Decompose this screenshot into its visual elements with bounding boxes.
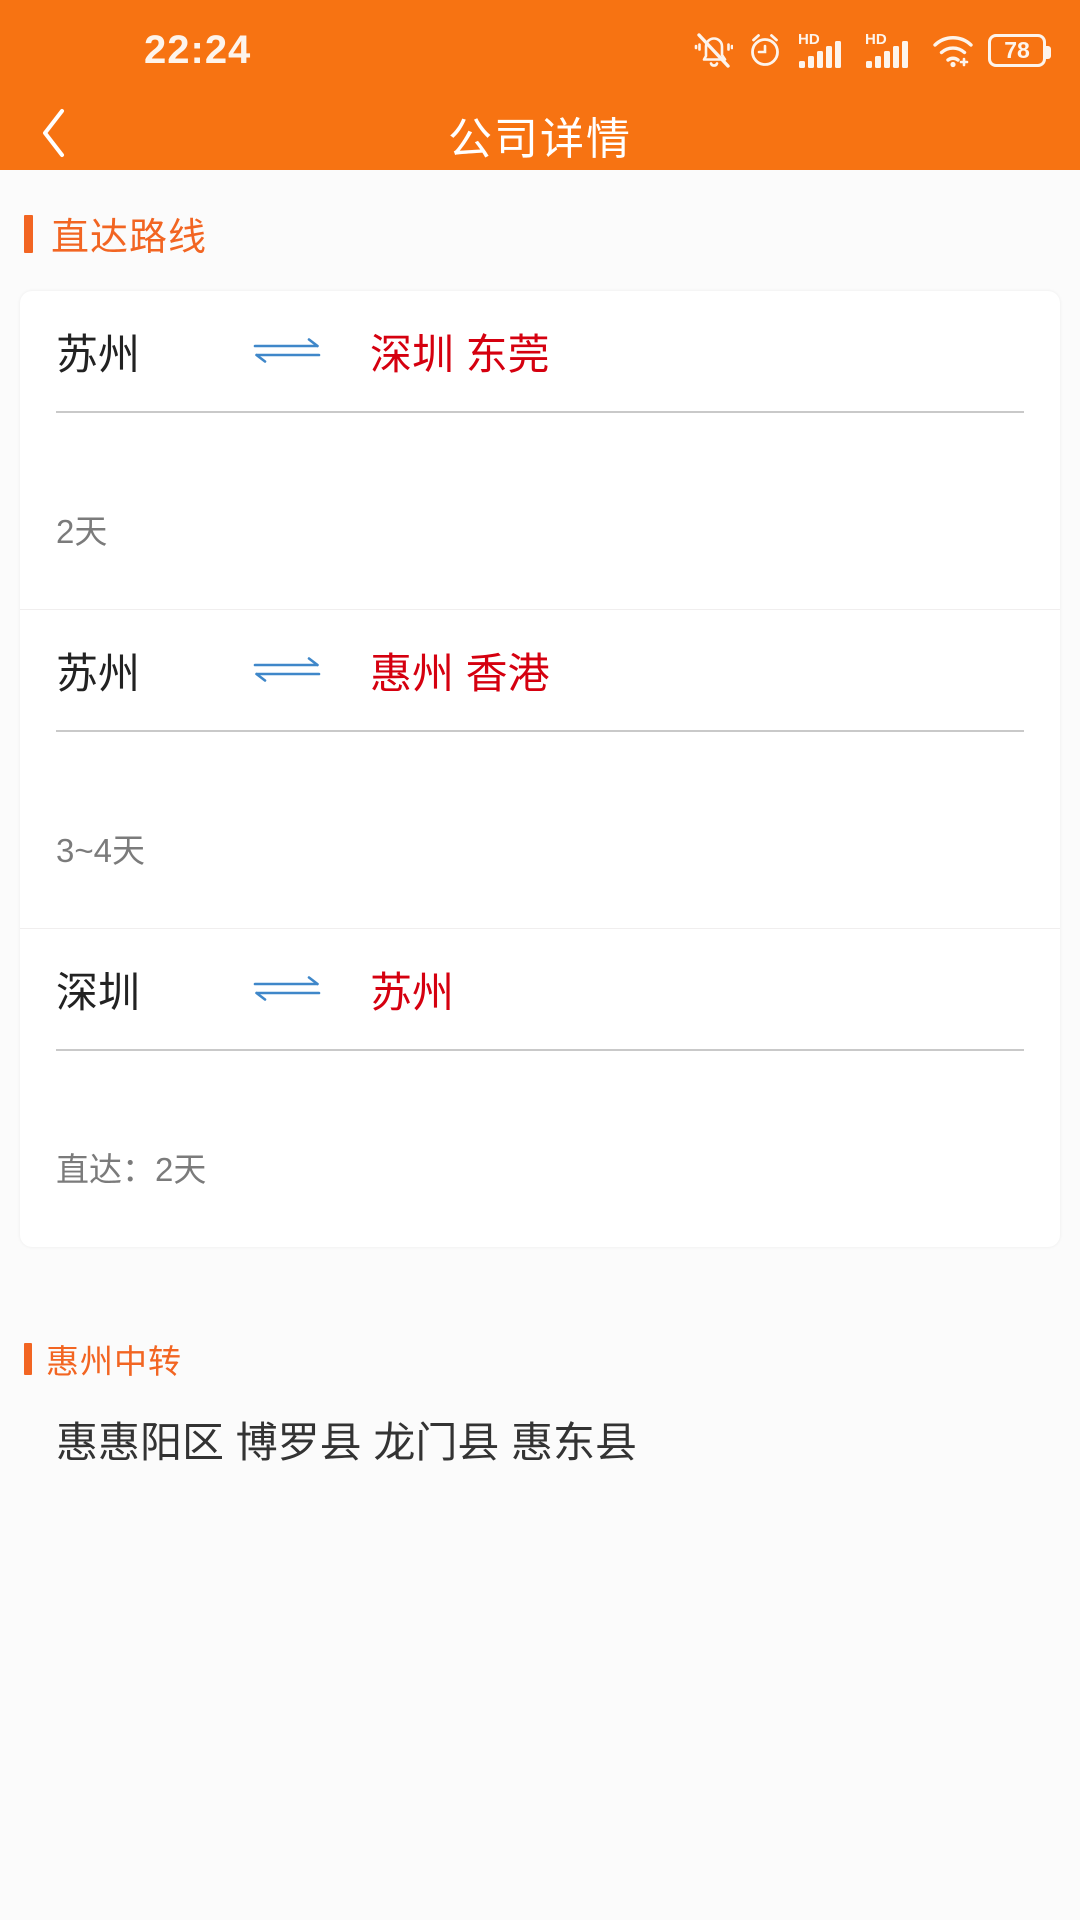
route-duration: 直达：2天: [56, 1151, 207, 1188]
route-line: 深圳 苏州: [56, 929, 1024, 1049]
status-bar-icons: HD HD 78: [693, 30, 1051, 70]
page-title: 公司详情: [448, 115, 632, 164]
route-destination: 深圳 东莞: [370, 330, 550, 378]
route-duration: 2天: [56, 513, 108, 550]
status-bar: 22:24 HD HD 78: [0, 0, 1080, 100]
route-origin: 苏州: [56, 649, 141, 697]
hd-signal-icon: HD: [864, 30, 918, 70]
route-line: 苏州 惠州 香港: [56, 610, 1024, 730]
hd-signal-icon: HD: [797, 30, 851, 70]
swap-arrow-icon: [244, 334, 330, 368]
section-title: 直达路线: [51, 217, 208, 259]
app-screen: 22:24 HD HD 78 公司详情 直达路线 苏州 深圳 东莞 2天 苏州 …: [0, 0, 1080, 1920]
section-accent-bar: [24, 1343, 32, 1375]
route-line: 苏州 深圳 东莞: [56, 291, 1024, 411]
section-header-huizhou-transit: 惠州中转: [0, 1305, 1080, 1409]
battery-icon: 78: [988, 33, 1051, 67]
route-card[interactable]: 深圳 苏州 直达：2天: [20, 929, 1060, 1247]
section-accent-bar: [24, 214, 33, 253]
route-origin: 深圳: [56, 968, 141, 1016]
section-header-direct-routes: 直达路线: [0, 170, 1080, 291]
transit-areas-block: 惠惠阳区 博罗县 龙门县 惠东县: [20, 1409, 1060, 1474]
battery-percent: 78: [1004, 36, 1030, 63]
route-destination: 苏州: [370, 968, 455, 1016]
app-bar: 公司详情: [0, 100, 1080, 170]
wifi-icon: [931, 31, 975, 69]
mute-vibrate-icon: [693, 30, 733, 70]
section-title: 惠州中转: [46, 1343, 182, 1380]
status-bar-clock: 22:24: [144, 27, 252, 72]
direct-routes-card-group: 苏州 深圳 东莞 2天 苏州 惠州 香港 3~4天 深圳 苏州 直达：2天: [20, 291, 1060, 1247]
alarm-icon: [746, 31, 784, 69]
route-card[interactable]: 苏州 深圳 东莞 2天: [20, 291, 1060, 610]
back-button[interactable]: [22, 103, 86, 167]
swap-arrow-icon: [244, 972, 330, 1006]
route-destination: 惠州 香港: [370, 649, 550, 697]
chevron-left-icon: [36, 106, 72, 165]
svg-text:HD: HD: [798, 31, 820, 48]
route-duration: 3~4天: [56, 832, 145, 869]
route-card[interactable]: 苏州 惠州 香港 3~4天: [20, 610, 1060, 929]
svg-text:HD: HD: [865, 31, 887, 48]
transit-area-list: 惠惠阳区 博罗县 龙门县 惠东县: [56, 1419, 638, 1466]
route-origin: 苏州: [56, 330, 141, 378]
swap-arrow-icon: [244, 653, 330, 687]
